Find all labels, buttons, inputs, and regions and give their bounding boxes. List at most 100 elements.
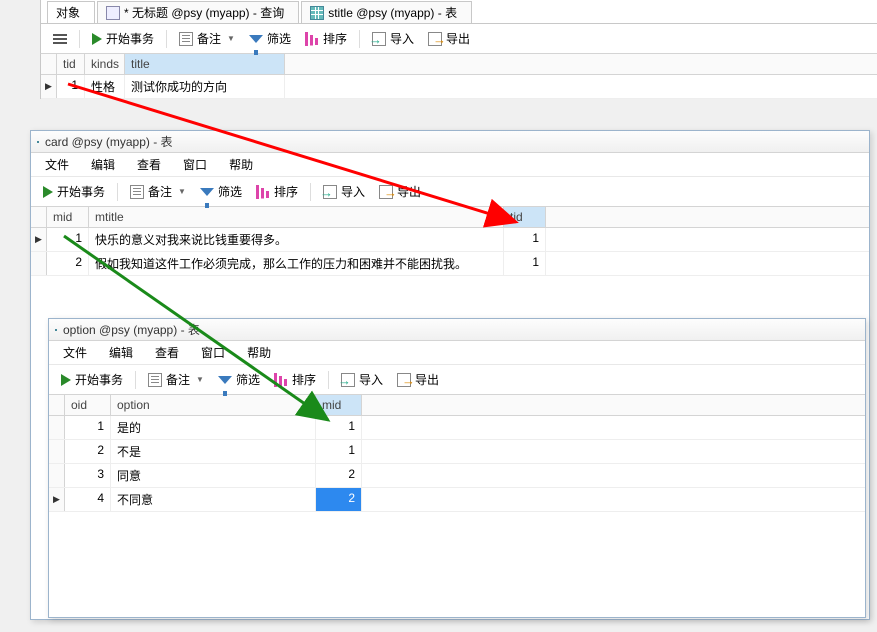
col-mtitle[interactable]: mtitle [89,207,504,227]
memo-button[interactable]: 备注▼ [142,368,210,391]
menu-edit[interactable]: 编辑 [99,341,143,364]
col-kinds[interactable]: kinds [85,54,125,74]
tab-stitle[interactable]: stitle @psy (myapp) - 表 [301,1,472,23]
row-header-corner [49,395,65,415]
export-button[interactable]: 导出 [373,180,427,203]
separator [310,183,311,201]
filter-icon [200,188,214,196]
separator [166,30,167,48]
menu-bar: 文件 编辑 查看 窗口 帮助 [31,153,869,177]
filter-button[interactable]: 筛选 [212,368,266,391]
menu-file[interactable]: 文件 [53,341,97,364]
col-mid[interactable]: mid [316,395,362,415]
tab-objects[interactable]: 对象 [47,1,95,23]
row-pointer [31,252,47,275]
export-icon [397,373,411,387]
row-header-corner [41,54,57,74]
sort-button[interactable]: 排序 [299,27,353,50]
row-pointer: ▶ [49,488,65,511]
table-icon [37,141,39,143]
table-row[interactable]: 2 假如我知道这件工作必须完成，那么工作的压力和困难并不能困扰我。 1 [31,252,869,276]
stitle-grid: tid kinds title ▶ 1 性格 测试你成功的方向 [40,54,877,99]
table-icon [55,329,57,331]
chevron-down-icon: ▼ [196,375,204,384]
panel-title-bar[interactable]: card @psy (myapp) - 表 [31,131,869,153]
play-icon [61,374,71,386]
table-row[interactable]: ▶ 1 性格 测试你成功的方向 [41,75,877,99]
main-tabs: 对象 * 无标题 @psy (myapp) - 查询 stitle @psy (… [40,0,877,24]
export-button[interactable]: 导出 [391,368,445,391]
table-row[interactable]: 3 同意 2 [49,464,865,488]
filter-button[interactable]: 筛选 [194,180,248,203]
main-toolbar: 开始事务 备注▼ 筛选 排序 导入 导出 [40,24,877,54]
card-grid: mid mtitle tid ▶ 1 快乐的意义对我来说比钱重要得多。 1 2 … [31,207,869,276]
panel-title-bar[interactable]: option @psy (myapp) - 表 [49,319,865,341]
sort-icon [256,185,270,199]
col-mid[interactable]: mid [47,207,89,227]
separator [328,371,329,389]
row-pointer: ▶ [31,228,47,251]
note-icon [179,32,193,46]
export-icon [379,185,393,199]
col-tid[interactable]: tid [504,207,546,227]
separator [359,30,360,48]
table-row[interactable]: ▶ 1 快乐的意义对我来说比钱重要得多。 1 [31,228,869,252]
note-icon [148,373,162,387]
menu-view[interactable]: 查看 [127,153,171,176]
separator [79,30,80,48]
col-tid[interactable]: tid [57,54,85,74]
row-pointer: ▶ [41,75,57,98]
card-toolbar: 开始事务 备注▼ 筛选 排序 导入 导出 [31,177,869,207]
sort-button[interactable]: 排序 [268,368,322,391]
start-transaction-button[interactable]: 开始事务 [37,180,111,203]
row-header-corner [31,207,47,227]
memo-button[interactable]: 备注▼ [173,27,241,50]
table-row[interactable]: 1 是的 1 [49,416,865,440]
menu-help[interactable]: 帮助 [219,153,263,176]
play-icon [43,186,53,198]
panel-title: card @psy (myapp) - 表 [45,133,173,150]
start-transaction-button[interactable]: 开始事务 [86,27,160,50]
col-option[interactable]: option [111,395,316,415]
menu-window[interactable]: 窗口 [191,341,235,364]
menu-help[interactable]: 帮助 [237,341,281,364]
chevron-down-icon: ▼ [178,187,186,196]
menu-bar: 文件 编辑 查看 窗口 帮助 [49,341,865,365]
menu-file[interactable]: 文件 [35,153,79,176]
filter-button[interactable]: 筛选 [243,27,297,50]
separator [135,371,136,389]
table-row[interactable]: ▶ 4 不同意 2 [49,488,865,512]
menu-icon [53,32,67,46]
filter-icon [249,35,263,43]
query-icon [106,6,120,20]
tab-query[interactable]: * 无标题 @psy (myapp) - 查询 [97,1,299,23]
panel-title: option @psy (myapp) - 表 [63,321,200,338]
col-oid[interactable]: oid [65,395,111,415]
menu-view[interactable]: 查看 [145,341,189,364]
col-title[interactable]: title [125,54,285,74]
chevron-down-icon: ▼ [227,34,235,43]
import-button[interactable]: 导入 [335,368,389,391]
menu-edit[interactable]: 编辑 [81,153,125,176]
filter-icon [218,376,232,384]
sort-icon [274,373,288,387]
export-icon [428,32,442,46]
import-icon [323,185,337,199]
import-button[interactable]: 导入 [366,27,420,50]
separator [117,183,118,201]
table-row[interactable]: 2 不是 1 [49,440,865,464]
option-grid: oid option mid 1 是的 1 2 不是 1 3 同意 2 ▶ 4 … [49,395,865,512]
menu-button[interactable] [47,29,73,49]
table-icon [310,6,324,20]
sort-icon [305,32,319,46]
memo-button[interactable]: 备注▼ [124,180,192,203]
import-icon [372,32,386,46]
export-button[interactable]: 导出 [422,27,476,50]
menu-window[interactable]: 窗口 [173,153,217,176]
import-button[interactable]: 导入 [317,180,371,203]
option-toolbar: 开始事务 备注▼ 筛选 排序 导入 导出 [49,365,865,395]
sort-button[interactable]: 排序 [250,180,304,203]
option-panel: option @psy (myapp) - 表 文件 编辑 查看 窗口 帮助 开… [48,318,866,618]
start-transaction-button[interactable]: 开始事务 [55,368,129,391]
import-icon [341,373,355,387]
